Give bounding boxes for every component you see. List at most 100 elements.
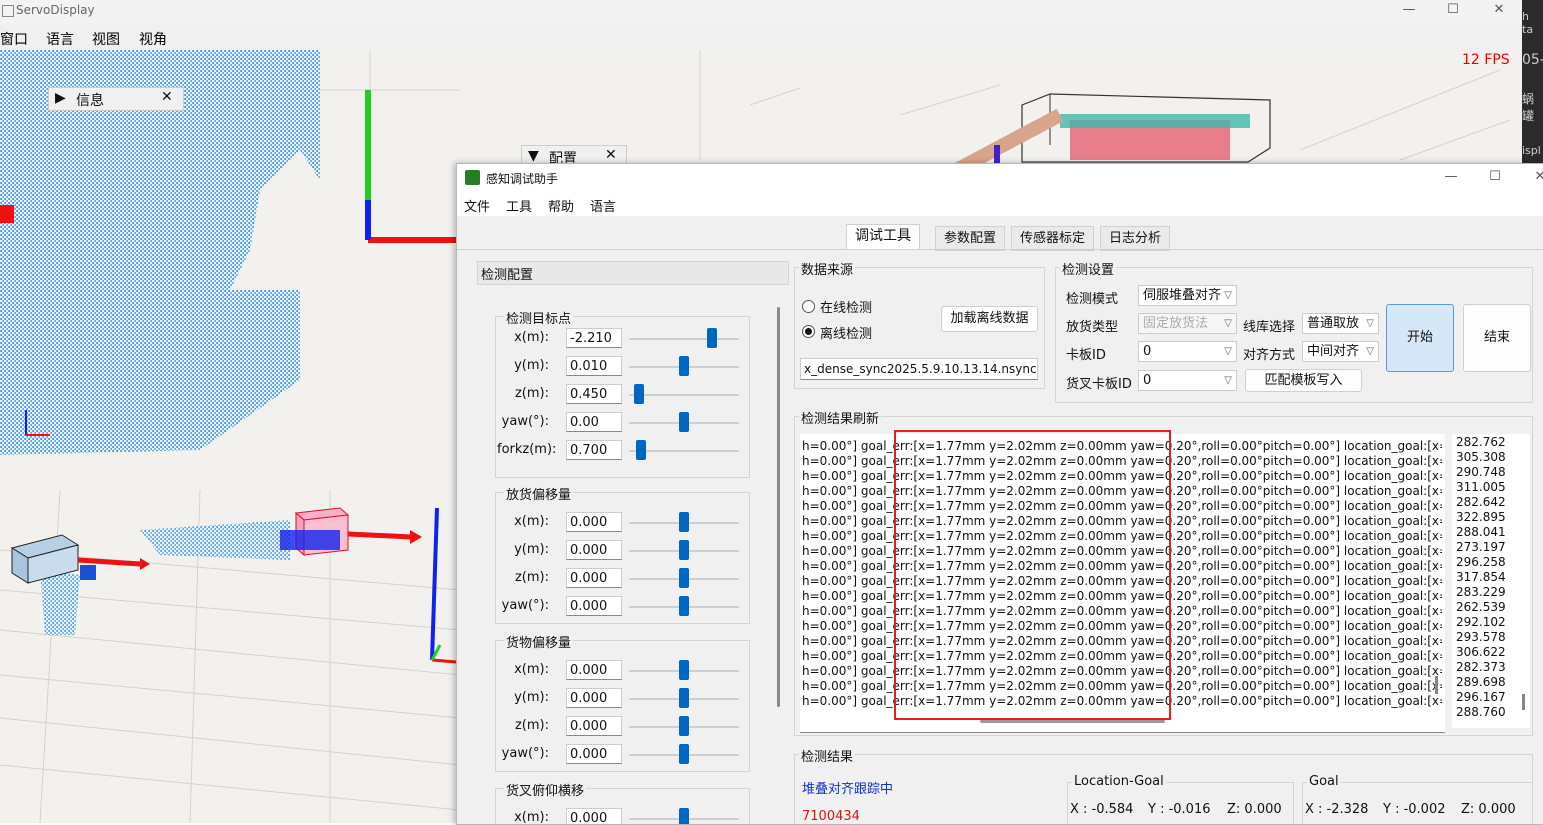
tab-debug-tools[interactable]: 调试工具 [846, 224, 920, 250]
tab-log-analysis[interactable]: 日志分析 [1100, 226, 1171, 251]
scrollbar-thumb[interactable] [777, 307, 780, 707]
info-dock[interactable]: ▶ 信息 ✕ [48, 87, 184, 111]
target-value-field[interactable]: 0.00 [566, 412, 622, 432]
left-panel-scrollbar[interactable] [775, 287, 783, 777]
place-type-select[interactable]: 固定放货法 ▽ [1138, 313, 1237, 334]
log-vscroll-thumb[interactable] [1435, 676, 1438, 694]
side-fragment-1: h ta [1522, 10, 1534, 36]
slider-thumb[interactable] [679, 412, 689, 432]
slider-thumb[interactable] [679, 568, 689, 588]
pallet-id-label: 卡板ID [1066, 348, 1106, 363]
match-template-write-button[interactable]: 匹配模板写入 [1245, 369, 1362, 392]
number-list[interactable]: 282.762 305.308 290.748 311.005 282.642 322.8… [1452, 434, 1530, 728]
place-offset-value-field[interactable]: 0.000 [566, 540, 622, 560]
slider-thumb[interactable] [679, 688, 689, 708]
close-icon[interactable]: ✕ [1517, 167, 1543, 189]
cargo-offset-value-field[interactable]: 0.000 [566, 688, 622, 708]
red-marker [0, 205, 14, 223]
fork-tilt-value-field[interactable]: 0.000 [566, 808, 622, 824]
start-button[interactable]: 开始 [1386, 304, 1454, 372]
tab-param-config[interactable]: 参数配置 [935, 226, 1006, 251]
fork-pallet-id-select[interactable]: 0 ▽ [1138, 370, 1237, 391]
chevron-down-icon: ▽ [1224, 346, 1232, 357]
log-hscroll-thumb[interactable] [980, 720, 1165, 723]
slider-thumb[interactable] [679, 660, 689, 680]
minimize-icon[interactable]: — [1428, 167, 1474, 189]
number-list-item: 290.748 [1456, 465, 1506, 479]
place-offset-title: 放货偏移量 [504, 484, 574, 503]
slider-thumb[interactable] [707, 328, 717, 348]
slider-thumb[interactable] [679, 716, 689, 736]
cargo-offset-value-field[interactable]: 0.000 [566, 716, 622, 736]
number-list-item: 288.041 [1456, 525, 1506, 539]
cargo-offset-value-field[interactable]: 0.000 [566, 744, 622, 764]
slider-thumb[interactable] [679, 512, 689, 532]
servo-display-title: ServoDisplay [16, 3, 95, 17]
slider-thumb[interactable] [679, 808, 689, 824]
lib-select-label: 线库选择 [1243, 320, 1296, 335]
target-value-field[interactable]: -2.210 [566, 328, 622, 348]
lib-select[interactable]: 普通取放 ▽ [1302, 313, 1379, 334]
menu-language[interactable]: 语言 [590, 196, 616, 215]
slider-track[interactable] [629, 338, 739, 340]
menu-help[interactable]: 帮助 [548, 196, 574, 215]
target-value-field[interactable]: 0.010 [566, 356, 622, 376]
maximize-icon[interactable]: ☐ [1472, 167, 1518, 189]
minimize-icon[interactable]: — [1386, 0, 1432, 22]
goal-z: Z: 0.000 [1461, 802, 1516, 817]
cargo-offset-value-field[interactable]: 0.000 [566, 660, 622, 680]
offline-radio[interactable] [802, 325, 815, 338]
place-offset-value-field[interactable]: 0.000 [566, 512, 622, 532]
number-list-item: 322.895 [1456, 510, 1506, 524]
menu-file[interactable]: 文件 [464, 196, 490, 215]
offline-file-field[interactable]: x_dense_sync2025.5.9.10.13.14.nsync.dat [800, 358, 1038, 380]
slider-thumb[interactable] [679, 744, 689, 764]
target-label: forkz(m): [497, 442, 557, 457]
pallet-id-select[interactable]: 0 ▽ [1138, 341, 1237, 362]
expand-right-icon[interactable]: ▶ [55, 90, 66, 106]
slider-thumb[interactable] [679, 356, 689, 376]
place-offset-label: x(m): [514, 514, 549, 529]
slider-thumb[interactable] [679, 540, 689, 560]
detect-mode-label: 检测模式 [1066, 292, 1119, 307]
expand-down-icon[interactable]: ▼ [528, 148, 539, 164]
menu-tools[interactable]: 工具 [506, 196, 532, 215]
close-icon[interactable]: ✕ [1476, 0, 1522, 22]
menu-view[interactable]: 视图 [92, 29, 120, 49]
number-list-item: 293.578 [1456, 630, 1506, 644]
close-icon[interactable]: ✕ [605, 147, 617, 163]
slider-thumb[interactable] [634, 384, 644, 404]
load-offline-data-button[interactable]: 加载离线数据 [941, 306, 1038, 332]
number-list-scroll-thumb[interactable] [1522, 694, 1525, 710]
menu-language[interactable]: 语言 [46, 29, 74, 49]
menu-window[interactable]: 窗口 [0, 29, 28, 49]
slider-track[interactable] [629, 394, 739, 396]
align-mode-select[interactable]: 中间对齐 ▽ [1302, 341, 1379, 362]
align-mode-label: 对齐方式 [1243, 348, 1296, 363]
target-point-title: 检测目标点 [504, 308, 574, 327]
online-label: 在线检测 [820, 301, 873, 316]
fps-counter: 12 FPS [1462, 52, 1510, 68]
detect-mode-select[interactable]: 伺服堆叠对齐 ▽ [1138, 285, 1237, 306]
target-value-field[interactable]: 0.450 [566, 384, 622, 404]
align-mode-value: 中间对齐 [1307, 344, 1360, 359]
detect-config-header[interactable]: 检测配置 [477, 261, 789, 285]
menu-perspective[interactable]: 视角 [139, 29, 167, 49]
end-button[interactable]: 结束 [1463, 304, 1531, 372]
target-value-field[interactable]: 0.700 [566, 440, 622, 460]
close-icon[interactable]: ✕ [161, 89, 173, 105]
maximize-icon[interactable]: ☐ [1430, 0, 1476, 22]
arrow-left-red [77, 557, 141, 567]
slider-thumb[interactable] [636, 440, 646, 460]
tab-sensor-calibration[interactable]: 传感器标定 [1011, 226, 1095, 251]
number-list-item: 317.854 [1456, 570, 1506, 584]
cargo-offset-title: 货物偏移量 [504, 632, 574, 651]
online-radio[interactable] [802, 300, 815, 313]
fork-tilt-title: 货叉俯仰横移 [504, 780, 587, 799]
place-offset-value-field[interactable]: 0.000 [566, 596, 622, 616]
offline-label: 离线检测 [820, 327, 873, 342]
side-fragment-2: 05- [1522, 52, 1543, 68]
slider-thumb[interactable] [679, 596, 689, 616]
fork-pallet-id-label: 货叉卡板ID [1066, 377, 1132, 392]
place-offset-value-field[interactable]: 0.000 [566, 568, 622, 588]
